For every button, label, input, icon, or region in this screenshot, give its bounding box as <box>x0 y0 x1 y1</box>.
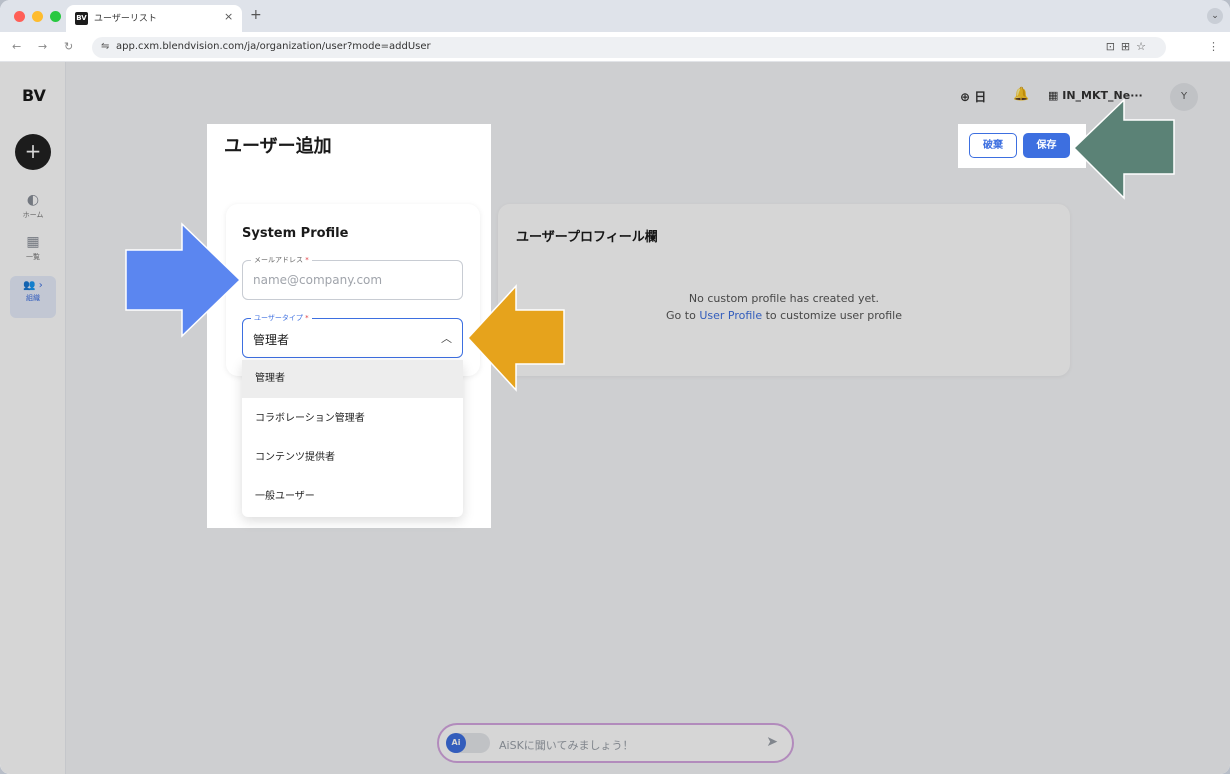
highlight-action-buttons: 破棄 保存 <box>958 124 1086 168</box>
minimize-window-button[interactable] <box>32 11 43 22</box>
building-icon: ▦ <box>1048 89 1059 102</box>
create-button[interactable]: + <box>15 134 51 170</box>
user-type-label: ユーザータイプ * <box>251 313 312 323</box>
url-field[interactable]: ⇋ app.cxm.blendvision.com/ja/organizatio… <box>92 37 1166 58</box>
user-type-value: 管理者 <box>253 333 290 347</box>
email-label: メールアドレス * <box>251 255 312 265</box>
forward-icon[interactable]: → <box>38 40 47 53</box>
dropdown-option-collab-admin[interactable]: コラボレーション管理者 <box>242 400 463 438</box>
user-profile-card: ユーザープロフィール欄 No custom profile has create… <box>498 204 1070 376</box>
tab-title: ユーザーリスト <box>94 14 157 24</box>
sidebar-item-list[interactable]: ▦ 一覧 <box>10 234 56 262</box>
app-root: BV + ◐ ホーム ▦ 一覧 👥 › 組織 ⊕ 日 🔔 ▦ IN_MKT_Ne… <box>0 62 1230 774</box>
app-logo: BV <box>22 86 46 105</box>
close-window-button[interactable] <box>14 11 25 22</box>
dropdown-option-general-user[interactable]: 一般ユーザー <box>242 478 463 516</box>
sidebar-item-label: 一覧 <box>26 253 40 261</box>
highlight-form-panel: ユーザー追加 System Profile メールアドレス * name@com… <box>207 124 491 528</box>
url-text: app.cxm.blendvision.com/ja/organization/… <box>116 41 431 52</box>
dropdown-option-admin[interactable]: 管理者 <box>242 360 463 398</box>
reload-icon[interactable]: ↻ <box>64 40 73 53</box>
translate-icon[interactable]: ⊞ <box>1121 40 1136 53</box>
browser-window: BV ユーザーリスト × + ⌄ ← → ↻ ⇋ app.cxm.blendvi… <box>0 0 1230 774</box>
sidebar-item-label: 組織 <box>26 294 40 302</box>
browser-menu-icon[interactable]: ⋮ <box>1208 40 1219 53</box>
discard-button[interactable]: 破棄 <box>969 133 1017 158</box>
ai-chat-bar[interactable]: Ai AiSKに聞いてみましょう！ ➤ <box>437 723 794 763</box>
tab-close-icon[interactable]: × <box>224 10 233 23</box>
orange-arrow-icon <box>466 284 565 392</box>
email-field[interactable]: メールアドレス * name@company.com <box>242 255 463 300</box>
address-bar: ← → ↻ ⇋ app.cxm.blendvision.com/ja/organ… <box>0 32 1230 62</box>
back-icon[interactable]: ← <box>12 40 21 53</box>
sidebar-item-organization[interactable]: 👥 › 組織 <box>10 276 56 318</box>
home-icon: ◐ <box>26 192 40 208</box>
tab-search-icon[interactable]: ⌄ <box>1207 8 1223 24</box>
user-profile-title: ユーザープロフィール欄 <box>516 230 658 245</box>
favicon-icon: BV <box>75 12 88 25</box>
install-icon[interactable]: ⊡ <box>1106 40 1121 53</box>
globe-icon: ⊕ <box>960 90 971 104</box>
system-profile-title: System Profile <box>242 226 349 241</box>
grid-icon: ▦ <box>26 234 40 250</box>
bell-icon[interactable]: 🔔 <box>1013 87 1029 102</box>
dropdown-option-content-provider[interactable]: コンテンツ提供者 <box>242 439 463 477</box>
green-arrow-icon <box>1072 98 1175 200</box>
sidebar: BV + ◐ ホーム ▦ 一覧 👥 › 組織 <box>0 62 66 774</box>
new-tab-button[interactable]: + <box>250 7 262 23</box>
omnibox-actions: ⊡⊞☆ <box>1106 40 1152 53</box>
empty-profile-hint: Go to User Profile to customize user pro… <box>666 309 902 322</box>
tab-bar: BV ユーザーリスト × + ⌄ <box>0 0 1230 32</box>
page-title: ユーザー追加 <box>224 136 332 157</box>
email-input[interactable]: name@company.com <box>253 273 382 287</box>
bookmark-star-icon[interactable]: ☆ <box>1136 40 1152 53</box>
ai-badge-icon: Ai <box>446 733 466 753</box>
empty-profile-message: No custom profile has created yet. <box>688 292 880 305</box>
chevron-up-icon: ︿ <box>441 332 452 345</box>
browser-tab[interactable]: BV ユーザーリスト × <box>66 5 242 32</box>
sidebar-item-home[interactable]: ◐ ホーム <box>10 192 56 220</box>
user-type-select[interactable]: ユーザータイプ * 管理者 ︿ <box>242 313 463 358</box>
maximize-window-button[interactable] <box>50 11 61 22</box>
user-profile-link[interactable]: User Profile <box>699 309 762 322</box>
site-settings-icon[interactable]: ⇋ <box>101 41 109 52</box>
ai-input[interactable]: AiSKに聞いてみましょう！ <box>499 737 633 753</box>
save-button[interactable]: 保存 <box>1023 133 1070 158</box>
ai-toggle[interactable]: Ai <box>446 733 490 753</box>
send-icon[interactable]: ➤ <box>766 734 778 750</box>
sidebar-item-label: ホーム <box>22 211 44 219</box>
system-profile-card: System Profile メールアドレス * name@company.co… <box>226 204 480 376</box>
users-icon: 👥 › <box>23 280 43 291</box>
blue-arrow-icon <box>125 222 242 338</box>
user-type-dropdown: 管理者 コラボレーション管理者 コンテンツ提供者 一般ユーザー <box>242 360 463 517</box>
